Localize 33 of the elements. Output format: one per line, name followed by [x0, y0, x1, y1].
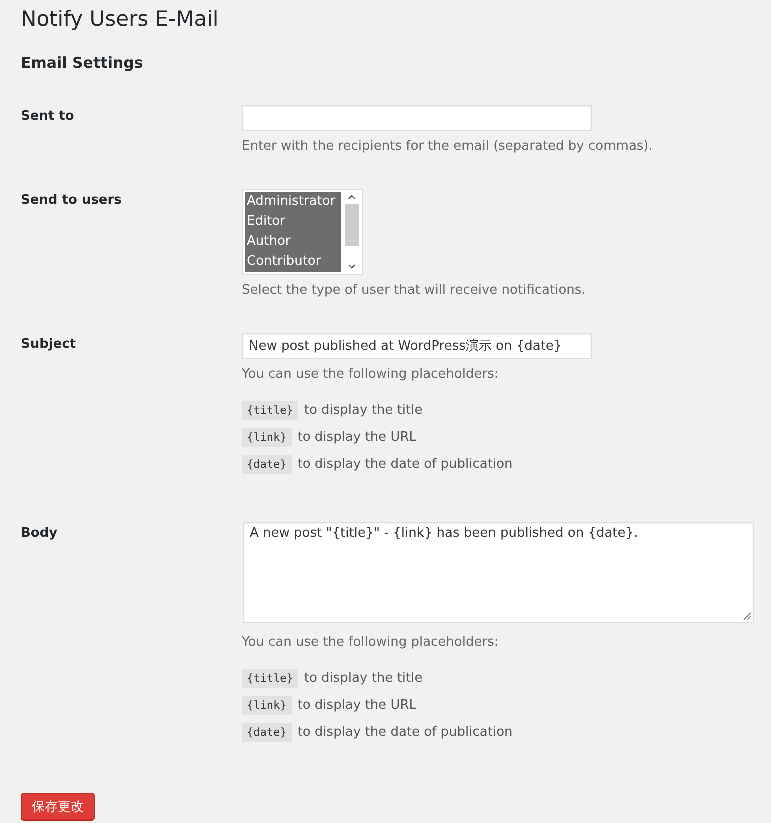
field-label: Sent to: [21, 108, 76, 126]
placeholder-description: to display the URL: [298, 696, 416, 714]
placeholder-description: to display the date of publication: [298, 456, 513, 474]
placeholder-code: {link}: [242, 428, 292, 447]
field-description: You can use the following placeholders:: [242, 366, 499, 384]
field-label: Subject: [21, 336, 78, 354]
page-title: Notify Users E-Mail: [21, 6, 220, 33]
placeholder-code: {date}: [242, 723, 292, 742]
placeholder-code: {link}: [242, 696, 292, 715]
placeholder-description: to display the title: [304, 402, 423, 420]
save-button[interactable]: 保存更改: [21, 793, 95, 820]
field-description: You can use the following placeholders:: [242, 634, 499, 652]
scrollbar-thumb[interactable]: [345, 204, 359, 246]
placeholder-code: {date}: [242, 455, 292, 474]
text-input[interactable]: [242, 105, 592, 131]
listbox-option[interactable]: Author: [245, 232, 341, 252]
text-input[interactable]: New post published at WordPress演示 on {date}: [242, 333, 592, 359]
listbox-option[interactable]: Administrator: [245, 192, 341, 212]
field-label: Body: [21, 525, 59, 543]
field-description: Enter with the recipients for the email (separated by commas).: [242, 138, 653, 156]
field-description: Select the type of user that will receive notifications.: [242, 282, 586, 300]
placeholder-code: {title}: [242, 401, 298, 420]
placeholder-code: {title}: [242, 669, 298, 688]
listbox-option[interactable]: Contributor: [245, 252, 341, 272]
field-label: Send to users: [21, 192, 123, 210]
placeholder-description: to display the URL: [298, 428, 416, 446]
section-title: Email Settings: [21, 53, 144, 73]
body-textarea[interactable]: A new post "{title}" - {link} has been published on {date}.: [243, 522, 754, 623]
placeholder-description: to display the title: [304, 670, 423, 688]
placeholder-description: to display the date of publication: [298, 724, 513, 742]
resize-grip-icon[interactable]: [743, 612, 752, 621]
user-role-listbox[interactable]: Administrator Editor Author Contributor: [242, 189, 363, 275]
listbox-option[interactable]: Editor: [245, 212, 341, 232]
